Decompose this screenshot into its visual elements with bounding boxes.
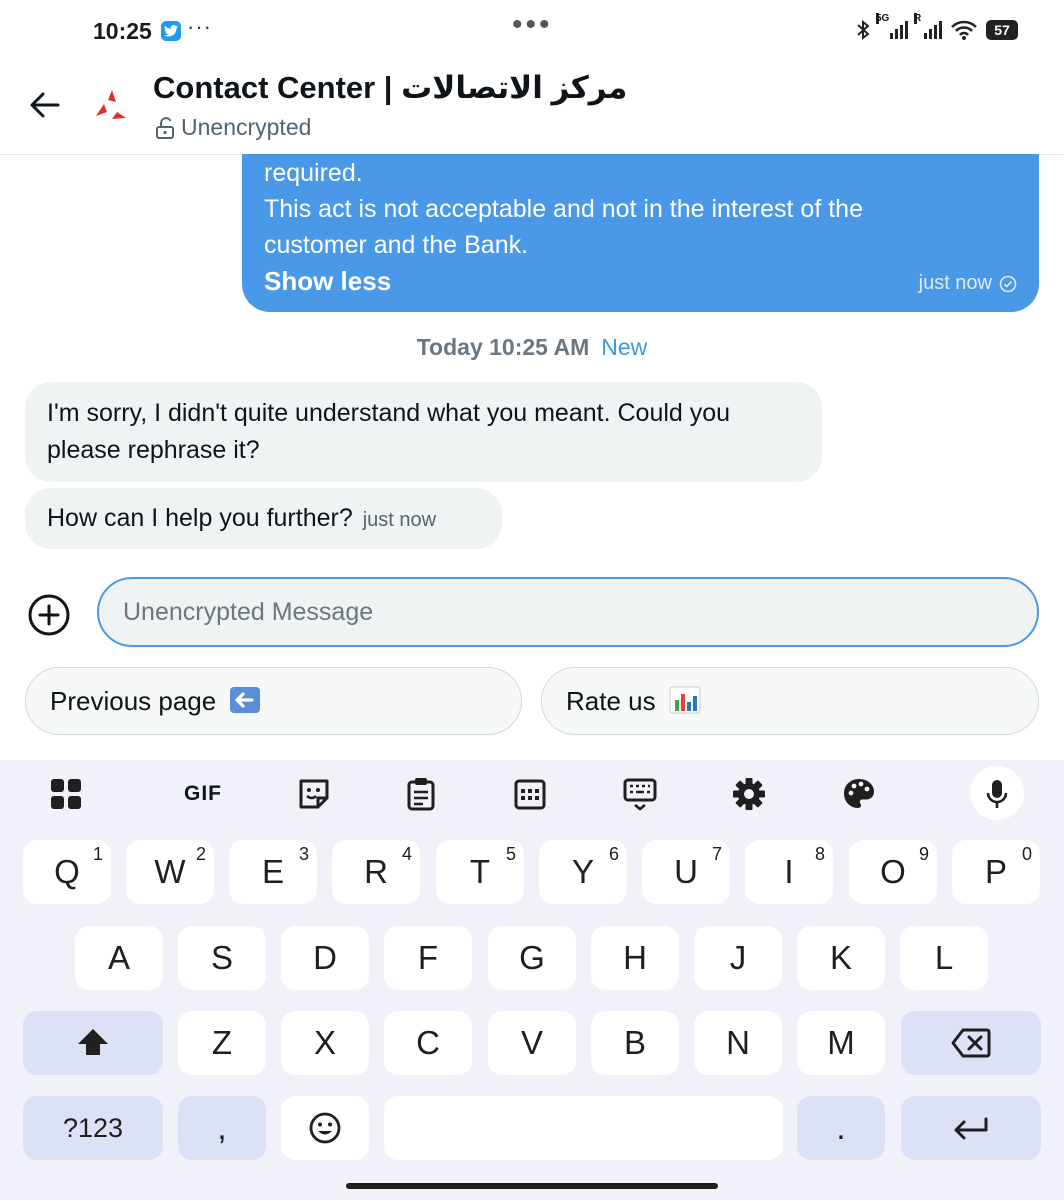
conversation-header: Contact Center | مركز الاتصالات Unencryp… bbox=[0, 62, 1064, 155]
backspace-icon bbox=[951, 1028, 991, 1058]
enter-key[interactable] bbox=[901, 1096, 1041, 1160]
message-line: This act is not acceptable and not in th… bbox=[264, 195, 863, 223]
status-icons: 5G R 57 bbox=[856, 13, 1018, 40]
twitter-notification-icon bbox=[161, 21, 181, 41]
apps-icon[interactable] bbox=[48, 776, 84, 812]
enter-icon bbox=[954, 1117, 988, 1140]
shift-key[interactable] bbox=[23, 1011, 163, 1075]
show-less-link[interactable]: Show less bbox=[264, 263, 391, 300]
keyboard: GIF Q1 W2 E3 R4 T5 Y6 U7 I8 O9 P0 A S D … bbox=[0, 760, 1064, 1200]
message-line: required. bbox=[264, 159, 363, 187]
key-g[interactable]: G bbox=[488, 926, 576, 990]
voice-input-button[interactable] bbox=[970, 766, 1024, 820]
key-m[interactable]: M bbox=[797, 1011, 885, 1075]
key-n[interactable]: N bbox=[694, 1011, 782, 1075]
sticker-icon[interactable] bbox=[296, 776, 332, 812]
backspace-key[interactable] bbox=[901, 1011, 1041, 1075]
encryption-label: Unencrypted bbox=[181, 114, 312, 140]
message-input-container[interactable] bbox=[97, 577, 1039, 647]
more-notifications-icon: ··· bbox=[187, 14, 212, 39]
message-text: How can I help you further? bbox=[47, 504, 353, 532]
key-d[interactable]: D bbox=[281, 926, 369, 990]
gif-icon[interactable]: GIF bbox=[182, 776, 224, 812]
quick-reply-rate-us[interactable]: Rate us bbox=[541, 667, 1039, 735]
new-label: New bbox=[601, 334, 648, 360]
left-arrow-emoji-icon bbox=[230, 687, 261, 713]
back-arrow-icon[interactable] bbox=[28, 88, 62, 122]
conversation-title[interactable]: Contact Center | مركز الاتصالات bbox=[153, 70, 627, 106]
key-x[interactable]: X bbox=[281, 1011, 369, 1075]
clipboard-icon[interactable] bbox=[403, 776, 439, 812]
message-timestamp: just now bbox=[362, 509, 437, 531]
gesture-navigation-handle[interactable] bbox=[346, 1183, 718, 1189]
emoji-key[interactable] bbox=[281, 1096, 369, 1160]
key-p[interactable]: P0 bbox=[952, 840, 1040, 904]
date-label: Today 10:25 AM bbox=[416, 334, 590, 360]
message-line: customer and the Bank. bbox=[264, 231, 529, 259]
theme-palette-icon[interactable] bbox=[841, 776, 877, 812]
key-v[interactable]: V bbox=[488, 1011, 576, 1075]
comma-key[interactable]: , bbox=[178, 1096, 266, 1160]
key-y[interactable]: Y6 bbox=[539, 840, 627, 904]
signal-5g-icon: 5G bbox=[876, 13, 908, 39]
quick-reply-label: Previous page bbox=[50, 686, 217, 716]
received-message-bubble[interactable]: How can I help you further? just now bbox=[25, 488, 502, 549]
key-e[interactable]: E3 bbox=[229, 840, 317, 904]
key-i[interactable]: I8 bbox=[745, 840, 833, 904]
multitask-handle-icon: ••• bbox=[512, 8, 553, 41]
key-l[interactable]: L bbox=[900, 926, 988, 990]
key-t[interactable]: T5 bbox=[436, 840, 524, 904]
add-attachment-icon[interactable] bbox=[28, 594, 70, 636]
received-message-bubble[interactable]: I'm sorry, I didn't quite understand wha… bbox=[25, 382, 822, 482]
mic-icon bbox=[986, 780, 1008, 808]
battery-icon: 57 bbox=[986, 20, 1018, 40]
settings-icon[interactable] bbox=[731, 776, 767, 812]
symbols-key[interactable]: ?123 bbox=[23, 1096, 163, 1160]
key-w[interactable]: W2 bbox=[126, 840, 214, 904]
key-c[interactable]: C bbox=[384, 1011, 472, 1075]
date-separator: Today 10:25 AM New bbox=[0, 334, 1064, 361]
signal-roaming-icon: R bbox=[914, 13, 942, 39]
space-key[interactable] bbox=[384, 1096, 783, 1160]
status-bar: 10:25 ··· ••• 5G R 57 bbox=[0, 0, 1064, 62]
key-f[interactable]: F bbox=[384, 926, 472, 990]
sent-message-bubble[interactable]: required. This act is not acceptable and… bbox=[242, 154, 1039, 312]
bluetooth-icon bbox=[857, 20, 870, 40]
unlocked-icon bbox=[156, 116, 174, 139]
keyboard-layout-icon[interactable] bbox=[622, 776, 658, 812]
bank-logo-icon[interactable] bbox=[90, 86, 130, 126]
key-q[interactable]: Q1 bbox=[23, 840, 111, 904]
wifi-icon bbox=[951, 20, 977, 40]
key-k[interactable]: K bbox=[797, 926, 885, 990]
delivered-check-icon bbox=[999, 275, 1017, 292]
key-o[interactable]: O9 bbox=[849, 840, 937, 904]
bar-chart-emoji-icon bbox=[669, 686, 701, 714]
key-a[interactable]: A bbox=[75, 926, 163, 990]
encryption-status: Unencrypted bbox=[155, 114, 311, 141]
key-h[interactable]: H bbox=[591, 926, 679, 990]
key-z[interactable]: Z bbox=[178, 1011, 266, 1075]
quick-reply-label: Rate us bbox=[566, 686, 656, 716]
quick-reply-previous-page[interactable]: Previous page bbox=[25, 667, 522, 735]
status-time: 10:25 bbox=[93, 18, 152, 44]
key-u[interactable]: U7 bbox=[642, 840, 730, 904]
period-key[interactable]: . bbox=[797, 1096, 885, 1160]
one-handed-icon[interactable] bbox=[512, 776, 548, 812]
key-s[interactable]: S bbox=[178, 926, 266, 990]
message-timestamp: just now bbox=[919, 272, 1017, 295]
key-j[interactable]: J bbox=[694, 926, 782, 990]
message-input[interactable] bbox=[99, 579, 1037, 645]
key-b[interactable]: B bbox=[591, 1011, 679, 1075]
key-r[interactable]: R4 bbox=[332, 840, 420, 904]
emoji-icon bbox=[309, 1112, 341, 1144]
shift-icon bbox=[78, 1029, 108, 1055]
